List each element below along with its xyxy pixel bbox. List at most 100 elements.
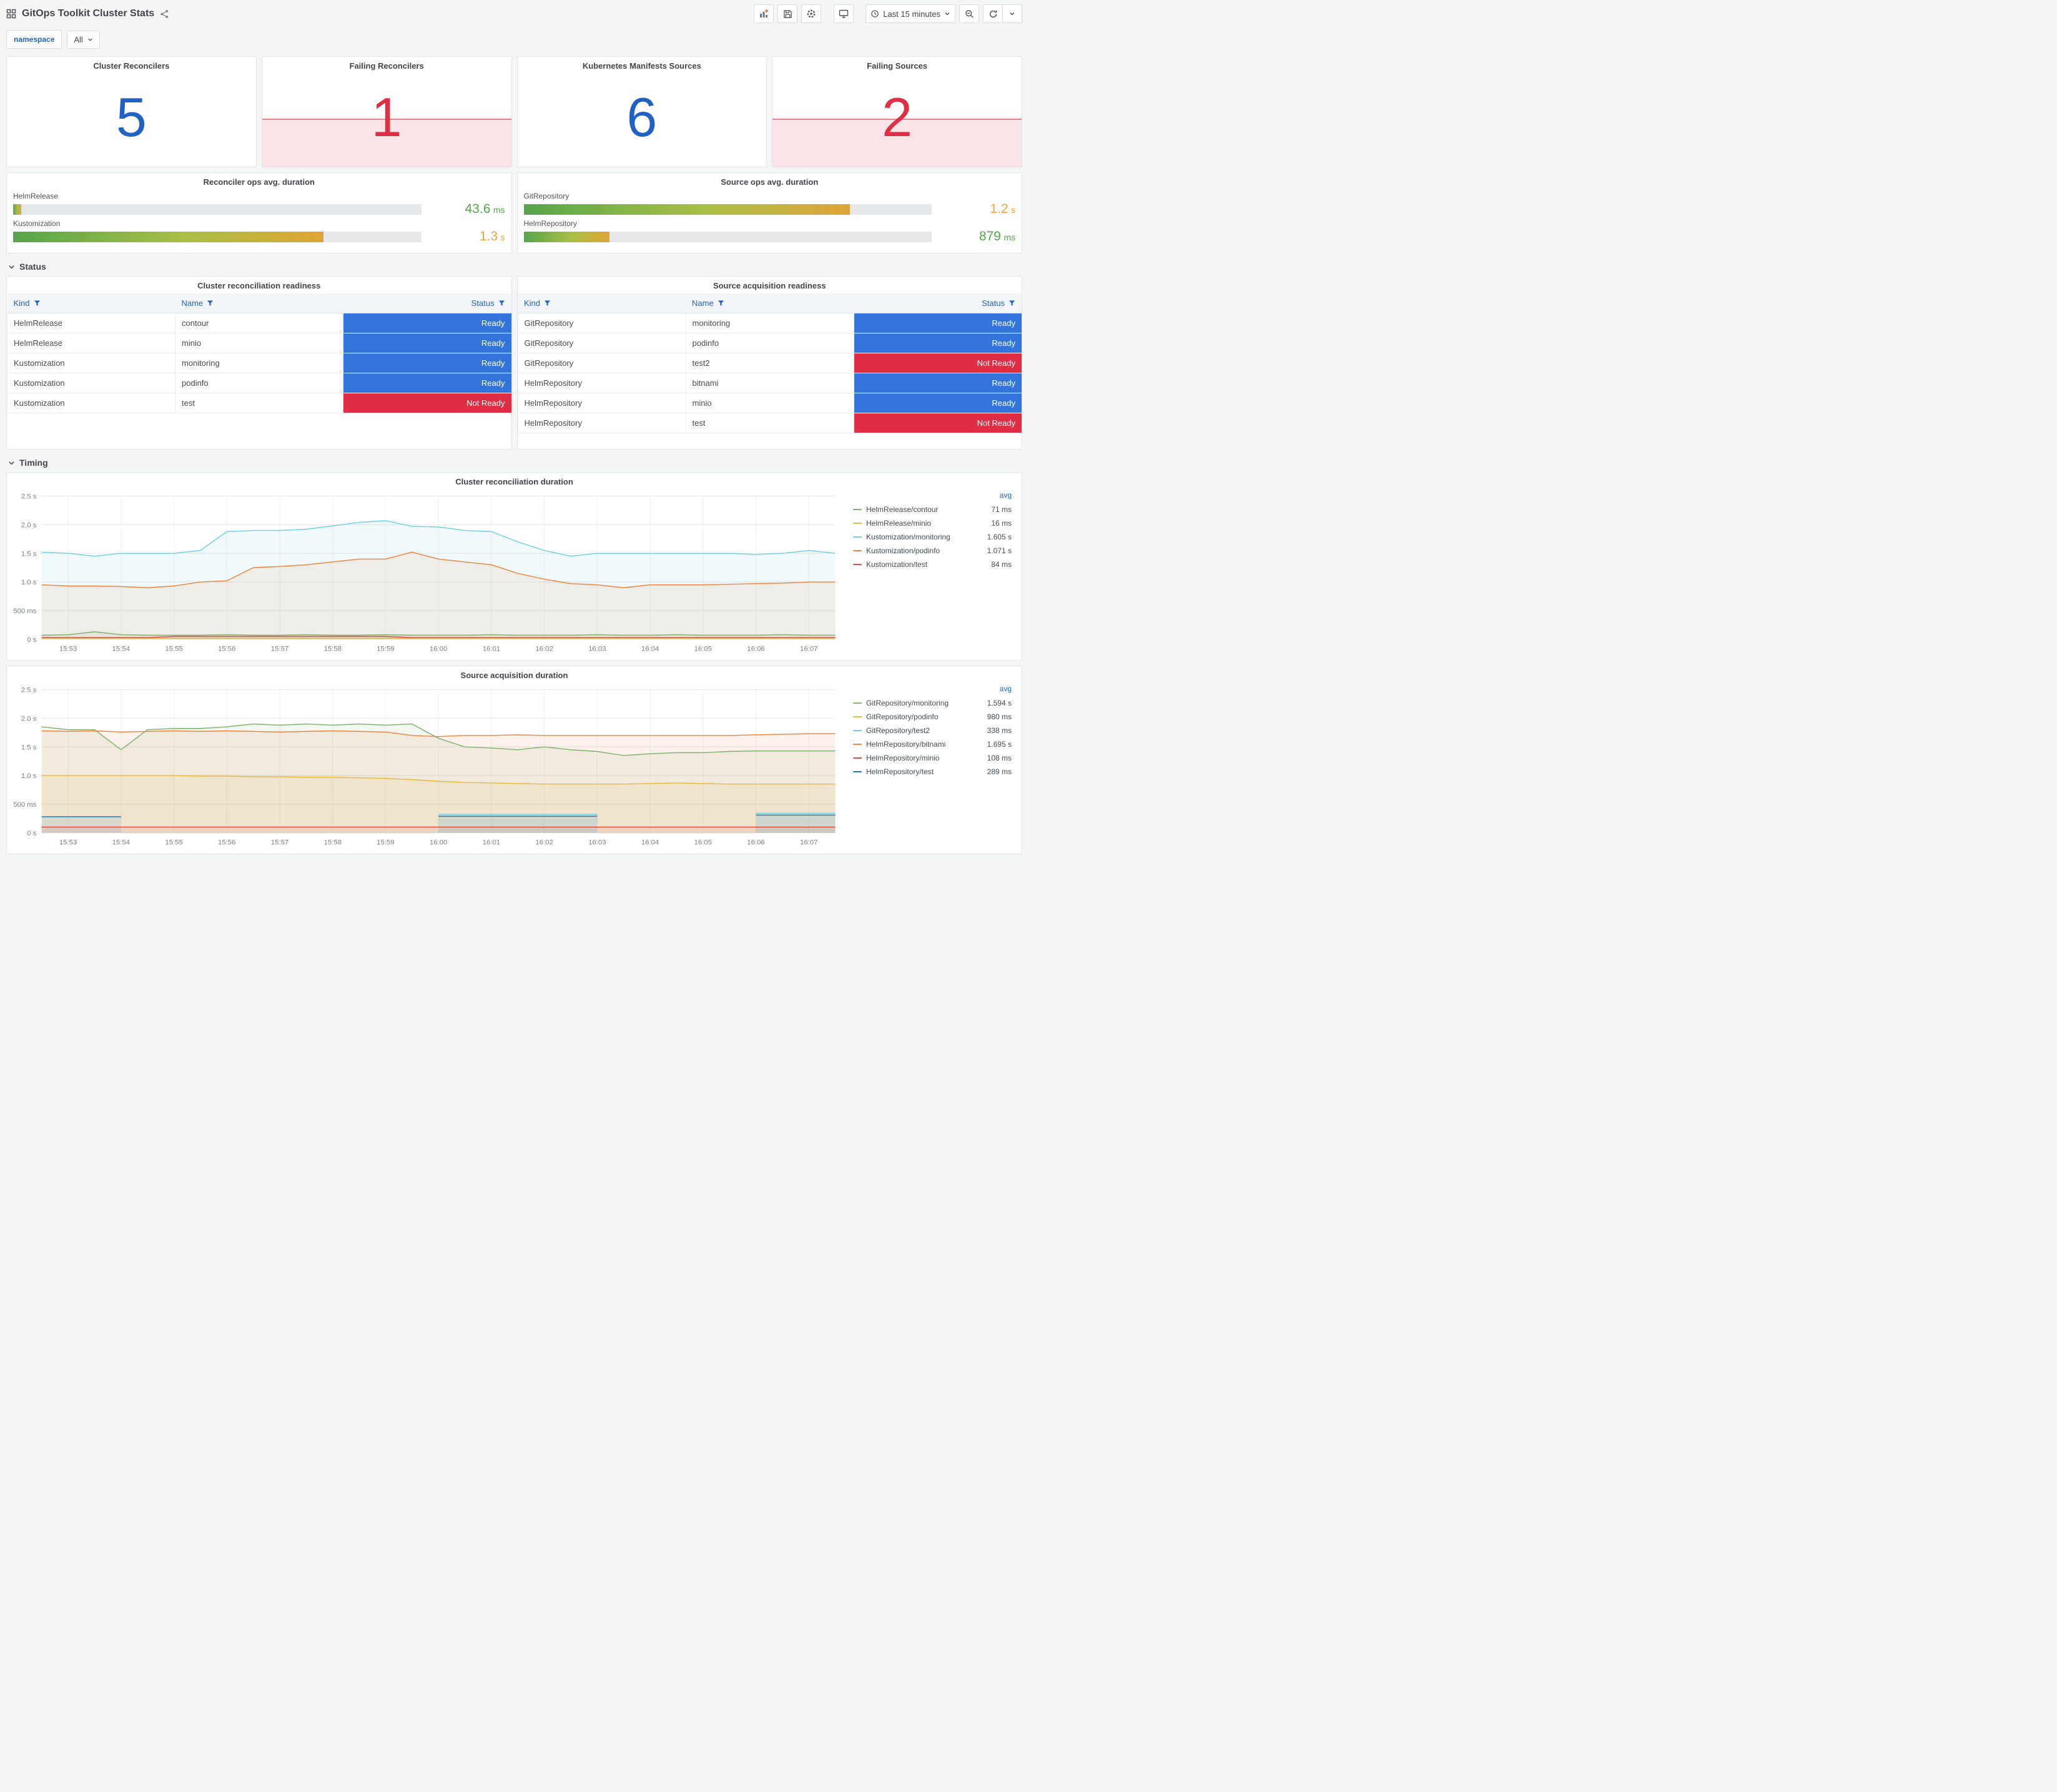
- gauge-track: [523, 204, 932, 215]
- chart-body: 15:53 15:54 15:55 15:56 15:57 15:58 15:59 16:00…: [7, 682, 1022, 854]
- cell-kind: HelmRepository: [517, 373, 686, 393]
- series-avg-value: 84 ms: [991, 560, 1012, 569]
- dashboard-grid-icon[interactable]: [6, 9, 16, 19]
- legend-item[interactable]: GitRepository/podinfo 980 ms: [853, 710, 1012, 724]
- refresh-interval-dropdown[interactable]: [1002, 4, 1022, 23]
- gauge-track: [523, 231, 932, 242]
- svg-text:16:04: 16:04: [641, 839, 659, 847]
- panel-title[interactable]: Failing Sources: [772, 57, 1022, 72]
- variables-submenu: namespace All: [0, 26, 1028, 56]
- series-avg-value: 71 ms: [991, 505, 1012, 514]
- table-body: HelmRelease contour Ready HelmRelease minio R…: [7, 313, 511, 413]
- column-header-name[interactable]: Name: [175, 293, 343, 313]
- series-avg-value: 980 ms: [987, 712, 1012, 721]
- table-row: HelmRepository bitnami Ready: [517, 373, 1022, 393]
- stats-row: Cluster Reconcilers 5 Failing Reconciler…: [6, 56, 1022, 167]
- panel-title[interactable]: Cluster reconciliation duration: [7, 473, 1022, 488]
- time-range-picker[interactable]: Last 15 minutes: [866, 4, 955, 23]
- navbar-right: Last 15 minutes: [754, 4, 1022, 23]
- cell-kind: GitRepository: [517, 353, 686, 373]
- series-label: Kustomization/test: [866, 560, 928, 569]
- time-series-plot[interactable]: 15:53 15:54 15:55 15:56 15:57 15:58 15:59 16:00…: [9, 490, 843, 657]
- svg-text:15:54: 15:54: [112, 646, 131, 653]
- series-color-mark: [853, 730, 862, 731]
- svg-text:1.5 s: 1.5 s: [21, 744, 37, 751]
- row-toggle-timing[interactable]: Timing: [6, 450, 1022, 472]
- svg-text:1.0 s: 1.0 s: [21, 579, 37, 586]
- panel-title[interactable]: Reconciler ops avg. duration: [7, 173, 511, 189]
- legend-item[interactable]: Kustomization/test 84 ms: [853, 558, 1012, 571]
- gauge-value: 1.3 s: [479, 229, 505, 244]
- cell-name: bitnami: [685, 373, 854, 393]
- dashboard-title[interactable]: GitOps Toolkit Cluster Stats: [22, 8, 154, 19]
- column-header-kind[interactable]: Kind: [7, 293, 175, 313]
- svg-text:15:59: 15:59: [377, 646, 394, 653]
- legend-item[interactable]: HelmRepository/minio 108 ms: [853, 751, 1012, 765]
- svg-text:15:56: 15:56: [218, 839, 235, 847]
- legend-item[interactable]: HelmRepository/test 289 ms: [853, 765, 1012, 779]
- legend-item[interactable]: HelmRepository/bitnami 1.695 s: [853, 737, 1012, 751]
- filter-funnel-icon: [34, 300, 40, 306]
- panel-title[interactable]: Failing Reconcilers: [262, 57, 511, 72]
- svg-text:1.0 s: 1.0 s: [21, 772, 37, 780]
- table-row: GitRepository podinfo Ready: [517, 333, 1022, 353]
- cell-status: Not Ready: [343, 393, 511, 413]
- bar-gauge-gitrepository: GitRepository 1.2 s: [523, 192, 1015, 217]
- panel-title[interactable]: Cluster Reconcilers: [7, 57, 256, 72]
- settings-gear-button[interactable]: [801, 4, 822, 23]
- legend-avg-header: avg: [999, 684, 1012, 693]
- legend-item[interactable]: Kustomization/podinfo 1.071 s: [853, 544, 1012, 558]
- gauge-rows: GitRepository 1.2 s HelmRepository 879 m…: [518, 189, 1022, 244]
- series-label: HelmRepository/minio: [866, 754, 940, 762]
- svg-text:15:57: 15:57: [271, 646, 289, 653]
- share-icon[interactable]: [160, 9, 169, 19]
- cell-kind: HelmRepository: [517, 393, 686, 413]
- stat-value: 2: [882, 86, 913, 148]
- column-header-kind[interactable]: Kind: [518, 293, 686, 313]
- cell-status: Ready: [343, 373, 511, 393]
- variable-value-dropdown[interactable]: All: [67, 30, 100, 49]
- tv-mode-button[interactable]: [834, 4, 854, 23]
- column-header-name[interactable]: Name: [686, 293, 854, 313]
- column-header-status[interactable]: Status: [343, 293, 511, 313]
- panel-title[interactable]: Source acquisition duration: [7, 666, 1022, 682]
- chevron-down-icon: [88, 38, 92, 41]
- zoom-out-button[interactable]: [959, 4, 979, 23]
- legend-item[interactable]: HelmRelease/contour 71 ms: [853, 503, 1012, 516]
- add-panel-button[interactable]: [754, 4, 774, 23]
- panel-title[interactable]: Cluster reconciliation readiness: [7, 277, 511, 292]
- row-toggle-status[interactable]: Status: [6, 254, 1022, 276]
- panel-source-acquisition-duration: Source acquisition duration 15:53 15:54 15…: [6, 666, 1022, 854]
- series-color-mark: [853, 757, 862, 759]
- filter-funnel-icon: [544, 300, 551, 306]
- time-series-plot[interactable]: 15:53 15:54 15:55 15:56 15:57 15:58 15:59 16:00…: [9, 683, 843, 851]
- svg-text:15:58: 15:58: [324, 839, 342, 847]
- legend-item[interactable]: GitRepository/test2 338 ms: [853, 724, 1012, 737]
- svg-text:15:55: 15:55: [165, 839, 182, 847]
- cell-kind: Kustomization: [7, 393, 175, 413]
- row-title-label: Status: [19, 262, 46, 272]
- gauge-label: HelmRepository: [523, 219, 577, 228]
- panel-title[interactable]: Kubernetes Manifests Sources: [518, 57, 767, 72]
- legend-item[interactable]: GitRepository/monitoring 1.594 s: [853, 696, 1012, 710]
- panel-kubernetes-manifests-sources: Kubernetes Manifests Sources 6: [516, 56, 767, 167]
- refresh-button[interactable]: [983, 4, 1003, 23]
- chart-legend: avg GitRepository/monitoring 1.594 s GitRep…: [843, 683, 1017, 851]
- panel-failing-sources: Failing Sources 2: [772, 56, 1022, 167]
- column-header-status[interactable]: Status: [854, 293, 1022, 313]
- navbar-left: GitOps Toolkit Cluster Stats: [6, 8, 169, 19]
- series-label: HelmRelease/contour: [866, 505, 939, 514]
- svg-text:2.0 s: 2.0 s: [21, 521, 37, 529]
- panel-cluster-reconciliation-readiness: Cluster reconciliation readiness Kind Na…: [6, 276, 512, 450]
- series-label: HelmRepository/test: [866, 767, 934, 776]
- panel-title[interactable]: Source acquisition readiness: [518, 277, 1022, 292]
- legend-item[interactable]: Kustomization/monitoring 1.605 s: [853, 530, 1012, 544]
- save-dashboard-button[interactable]: [777, 4, 798, 23]
- svg-text:500 ms: 500 ms: [13, 801, 37, 809]
- cell-name: minio: [175, 333, 343, 353]
- legend-item[interactable]: HelmRelease/minio 16 ms: [853, 516, 1012, 530]
- variable-label-namespace[interactable]: namespace: [6, 30, 62, 49]
- panel-title[interactable]: Source ops avg. duration: [518, 173, 1022, 189]
- cell-kind: HelmRelease: [7, 313, 175, 333]
- series-color-mark: [853, 564, 862, 565]
